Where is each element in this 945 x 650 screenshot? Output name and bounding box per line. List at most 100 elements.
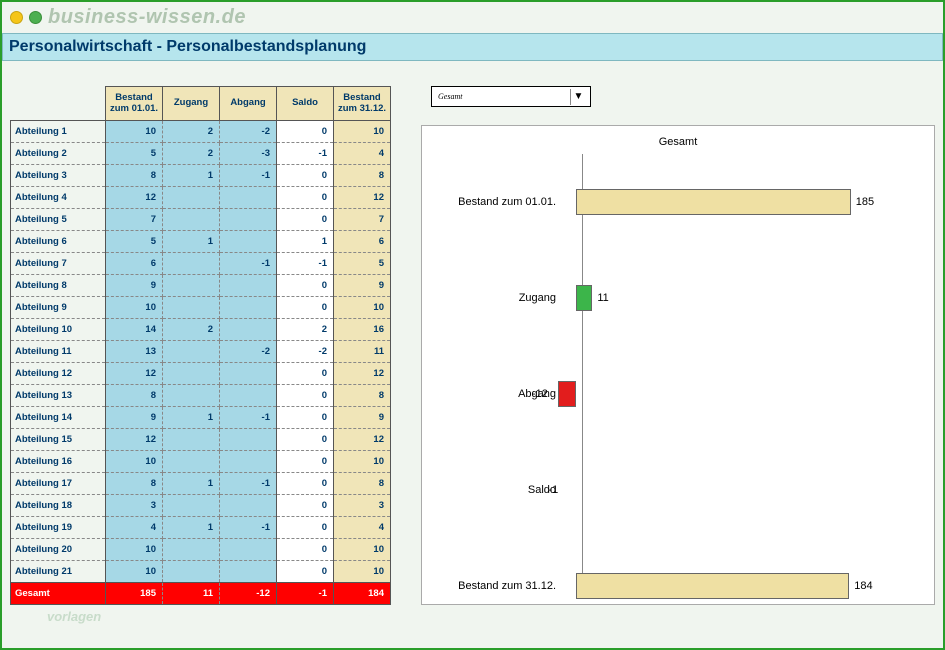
cell-zugang[interactable]: 2	[163, 143, 220, 165]
cell-bestand2[interactable]: 8	[334, 385, 391, 407]
cell-bestand2[interactable]: 12	[334, 363, 391, 385]
cell-bestand1[interactable]: 10	[106, 121, 163, 143]
cell-bestand1[interactable]: 4	[106, 517, 163, 539]
cell-bestand2[interactable]: 10	[334, 297, 391, 319]
cell-abgang[interactable]: -2	[220, 121, 277, 143]
cell-abgang[interactable]	[220, 187, 277, 209]
cell-name[interactable]: Abteilung 4	[11, 187, 106, 209]
cell-bestand1[interactable]: 10	[106, 561, 163, 583]
cell-bestand1[interactable]: 8	[106, 385, 163, 407]
cell-name[interactable]: Abteilung 15	[11, 429, 106, 451]
cell-saldo[interactable]: 0	[277, 561, 334, 583]
cell-zugang[interactable]: 2	[163, 121, 220, 143]
cell-bestand2[interactable]: 12	[334, 429, 391, 451]
cell-abgang[interactable]	[220, 451, 277, 473]
cell-saldo[interactable]: 0	[277, 275, 334, 297]
cell-zugang[interactable]	[163, 297, 220, 319]
cell-abgang[interactable]	[220, 539, 277, 561]
cell-zugang[interactable]	[163, 209, 220, 231]
cell-abgang[interactable]	[220, 363, 277, 385]
cell-name[interactable]: Abteilung 2	[11, 143, 106, 165]
cell-bestand2[interactable]: 7	[334, 209, 391, 231]
cell-bestand1[interactable]: 5	[106, 143, 163, 165]
cell-zugang[interactable]	[163, 561, 220, 583]
cell-bestand1[interactable]: 9	[106, 407, 163, 429]
cell-name[interactable]: Abteilung 16	[11, 451, 106, 473]
cell-bestand1[interactable]: 8	[106, 165, 163, 187]
cell-abgang[interactable]: -3	[220, 143, 277, 165]
cell-zugang[interactable]	[163, 429, 220, 451]
cell-zugang[interactable]: 2	[163, 319, 220, 341]
cell-name[interactable]: Abteilung 6	[11, 231, 106, 253]
cell-saldo[interactable]: 0	[277, 407, 334, 429]
cell-saldo[interactable]: 2	[277, 319, 334, 341]
cell-abgang[interactable]: -1	[220, 165, 277, 187]
cell-saldo[interactable]: 0	[277, 187, 334, 209]
cell-bestand1[interactable]: 12	[106, 429, 163, 451]
cell-saldo[interactable]: 0	[277, 209, 334, 231]
cell-bestand2[interactable]: 8	[334, 473, 391, 495]
cell-bestand1[interactable]: 9	[106, 275, 163, 297]
cell-abgang[interactable]: -1	[220, 473, 277, 495]
cell-bestand2[interactable]: 11	[334, 341, 391, 363]
cell-saldo[interactable]: 0	[277, 385, 334, 407]
cell-saldo[interactable]: 0	[277, 517, 334, 539]
cell-abgang[interactable]	[220, 429, 277, 451]
cell-abgang[interactable]: -2	[220, 341, 277, 363]
cell-zugang[interactable]: 1	[163, 165, 220, 187]
cell-name[interactable]: Abteilung 14	[11, 407, 106, 429]
cell-saldo[interactable]: 0	[277, 363, 334, 385]
cell-abgang[interactable]	[220, 319, 277, 341]
cell-saldo[interactable]: -1	[277, 253, 334, 275]
cell-name[interactable]: Abteilung 7	[11, 253, 106, 275]
cell-abgang[interactable]	[220, 385, 277, 407]
cell-name[interactable]: Abteilung 9	[11, 297, 106, 319]
cell-zugang[interactable]: 1	[163, 473, 220, 495]
cell-name[interactable]: Abteilung 20	[11, 539, 106, 561]
cell-bestand2[interactable]: 6	[334, 231, 391, 253]
cell-bestand2[interactable]: 9	[334, 275, 391, 297]
cell-bestand1[interactable]: 6	[106, 253, 163, 275]
series-dropdown[interactable]: Gesamt ▼	[431, 86, 591, 107]
cell-zugang[interactable]	[163, 341, 220, 363]
cell-zugang[interactable]: 1	[163, 517, 220, 539]
cell-abgang[interactable]: -1	[220, 407, 277, 429]
cell-bestand1[interactable]: 14	[106, 319, 163, 341]
cell-zugang[interactable]	[163, 495, 220, 517]
cell-saldo[interactable]: 0	[277, 451, 334, 473]
cell-name[interactable]: Abteilung 19	[11, 517, 106, 539]
cell-saldo[interactable]: -1	[277, 143, 334, 165]
cell-bestand1[interactable]: 10	[106, 451, 163, 473]
cell-abgang[interactable]	[220, 275, 277, 297]
cell-name[interactable]: Abteilung 8	[11, 275, 106, 297]
cell-bestand2[interactable]: 8	[334, 165, 391, 187]
cell-name[interactable]: Abteilung 10	[11, 319, 106, 341]
cell-abgang[interactable]	[220, 495, 277, 517]
cell-bestand1[interactable]: 13	[106, 341, 163, 363]
cell-saldo[interactable]: 0	[277, 429, 334, 451]
cell-name[interactable]: Abteilung 21	[11, 561, 106, 583]
cell-zugang[interactable]	[163, 253, 220, 275]
cell-abgang[interactable]	[220, 231, 277, 253]
cell-bestand2[interactable]: 4	[334, 517, 391, 539]
cell-bestand1[interactable]: 10	[106, 539, 163, 561]
cell-bestand2[interactable]: 3	[334, 495, 391, 517]
cell-bestand2[interactable]: 10	[334, 539, 391, 561]
cell-bestand2[interactable]: 10	[334, 561, 391, 583]
cell-bestand2[interactable]: 10	[334, 451, 391, 473]
cell-saldo[interactable]: 0	[277, 121, 334, 143]
cell-zugang[interactable]: 1	[163, 407, 220, 429]
cell-bestand2[interactable]: 12	[334, 187, 391, 209]
cell-saldo[interactable]: 0	[277, 473, 334, 495]
cell-zugang[interactable]	[163, 451, 220, 473]
cell-saldo[interactable]: 0	[277, 297, 334, 319]
cell-name[interactable]: Abteilung 11	[11, 341, 106, 363]
cell-name[interactable]: Abteilung 12	[11, 363, 106, 385]
cell-zugang[interactable]: 1	[163, 231, 220, 253]
cell-name[interactable]: Abteilung 1	[11, 121, 106, 143]
cell-name[interactable]: Abteilung 17	[11, 473, 106, 495]
cell-bestand1[interactable]: 12	[106, 363, 163, 385]
cell-abgang[interactable]: -1	[220, 253, 277, 275]
cell-bestand2[interactable]: 5	[334, 253, 391, 275]
cell-saldo[interactable]: 0	[277, 539, 334, 561]
